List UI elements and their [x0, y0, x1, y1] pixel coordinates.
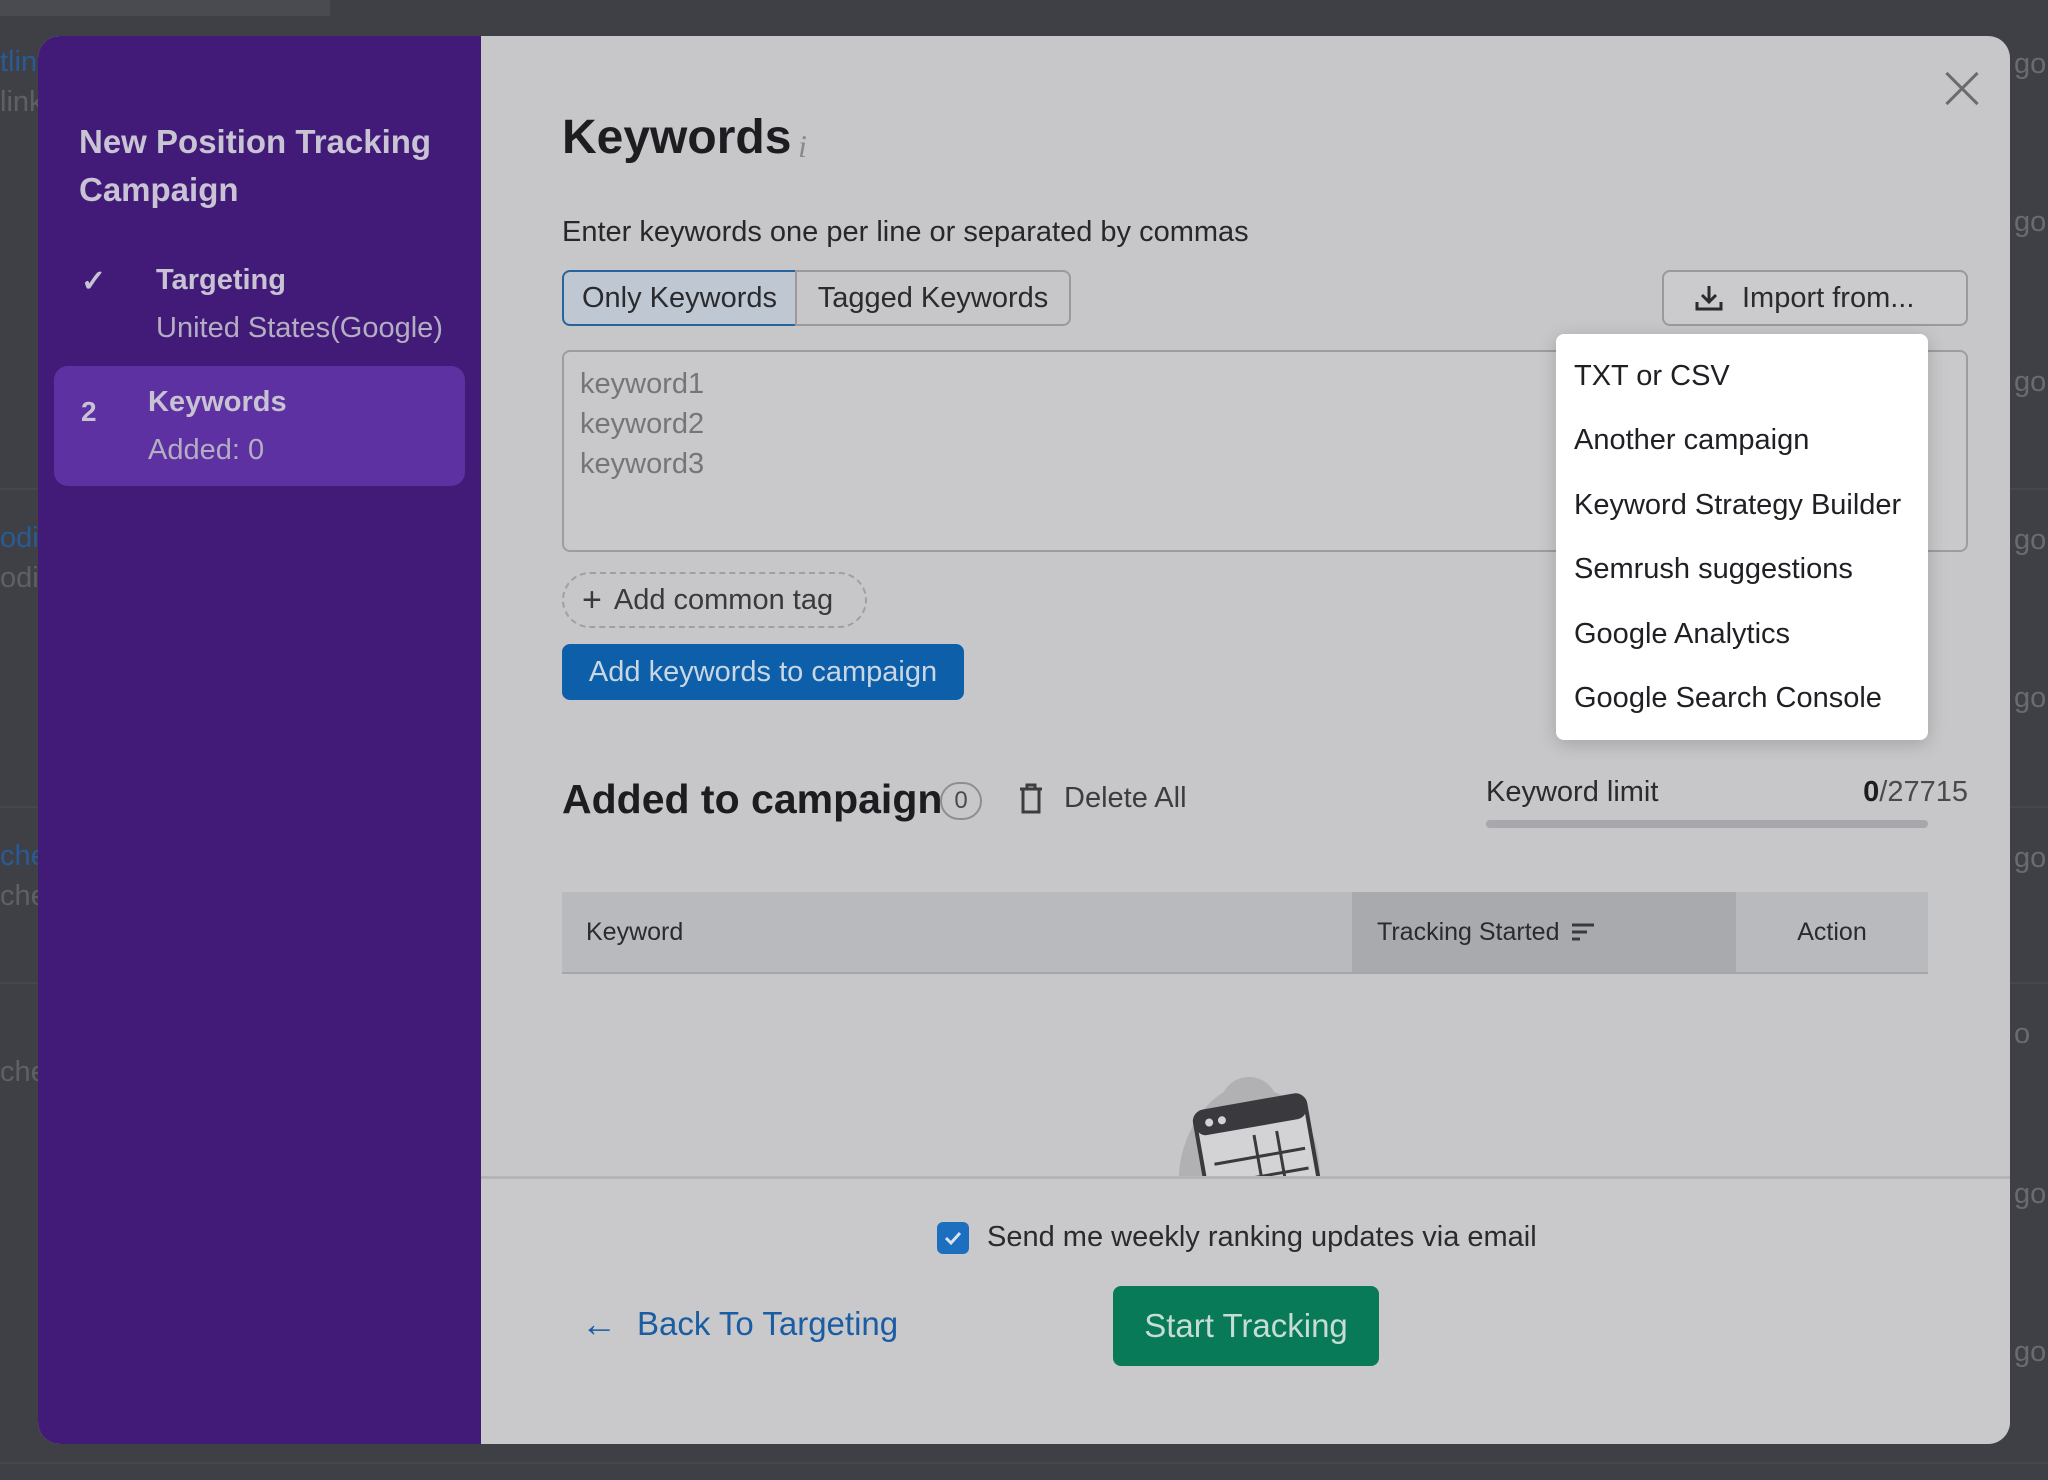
keyword-limit-total: /27715 [1879, 776, 1968, 808]
step-keywords[interactable]: 2 Keywords Added: 0 [54, 366, 465, 486]
step-label: Targeting [156, 264, 286, 296]
keywords-instructions: Enter keywords one per line or separated… [562, 216, 1249, 248]
wizard-sidebar: New Position Tracking Campaign ✓ Targeti… [38, 36, 481, 1444]
column-tracking-started-label: Tracking Started [1377, 917, 1560, 946]
background-text-fragment: go [2014, 524, 2047, 556]
checkmark-icon [944, 1231, 962, 1245]
column-keyword[interactable]: Keyword [586, 892, 683, 972]
background-text-fragment: go [2014, 1178, 2047, 1210]
keywords-table-header: Keyword Tracking Started Action [562, 892, 1928, 974]
trash-icon [1020, 783, 1042, 813]
plus-icon: + [582, 580, 602, 619]
background-text-fragment: go [2014, 682, 2047, 714]
add-common-tag-label: Add common tag [613, 583, 834, 616]
background-text-fragment: go [2014, 366, 2047, 398]
import-option-keyword-strategy-builder[interactable]: Keyword Strategy Builder [1556, 473, 1928, 538]
arrow-left-icon: ← [581, 1303, 617, 1344]
added-count-badge: 0 [940, 782, 982, 820]
keyword-limit-used: 0 [1863, 776, 1880, 808]
add-keywords-button[interactable]: Add keywords to campaign [562, 644, 964, 700]
column-tracking-started[interactable]: Tracking Started [1352, 892, 1736, 972]
background-text-fragment: go [2014, 1336, 2047, 1368]
page-title: Keywords [562, 111, 792, 164]
keyword-limit-value: 0/27715 [1863, 776, 1968, 809]
keyword-limit-bar [1486, 820, 1928, 828]
keyword-limit-label: Keyword limit [1486, 776, 1659, 808]
background-text-fragment: link [0, 86, 44, 118]
tab-tagged-keywords[interactable]: Tagged Keywords [795, 270, 1071, 326]
background-text-fragment: o [2014, 1018, 2031, 1050]
step-number: 2 [81, 396, 97, 427]
delete-all-label: Delete All [1064, 782, 1187, 814]
step-summary: United States(Google) [156, 312, 443, 344]
import-option-semrush-suggestions[interactable]: Semrush suggestions [1556, 538, 1928, 603]
download-icon [1695, 286, 1723, 311]
step-targeting[interactable]: ✓ Targeting United States(Google) [54, 256, 465, 366]
delete-all-button[interactable]: Delete All [1018, 782, 1187, 815]
background-text-fragment: go [2014, 48, 2047, 80]
start-tracking-button[interactable]: Start Tracking [1113, 1286, 1379, 1366]
import-option-google-analytics[interactable]: Google Analytics [1556, 602, 1928, 667]
import-option-another-campaign[interactable]: Another campaign [1556, 409, 1928, 474]
weekly-email-checkbox[interactable] [937, 1221, 969, 1254]
close-icon[interactable] [1936, 64, 1986, 114]
column-action: Action [1797, 917, 1867, 946]
check-icon: ✓ [81, 265, 107, 298]
weekly-email-label: Send me weekly ranking updates via email [987, 1221, 1537, 1253]
weekly-email-option[interactable]: Send me weekly ranking updates via email [937, 1221, 1537, 1254]
sort-icon [1572, 923, 1595, 941]
import-from-button[interactable]: Import from... [1662, 270, 1968, 326]
import-dropdown-menu: TXT or CSV Another campaign Keyword Stra… [1556, 334, 1928, 740]
background-topbar [0, 0, 330, 16]
background-text-fragment: go [2014, 842, 2047, 874]
add-common-tag-button[interactable]: + Add common tag [562, 572, 867, 628]
background-text-fragment: go [2014, 206, 2047, 238]
added-section-title: Added to campaign [562, 776, 943, 822]
import-option-txt-csv[interactable]: TXT or CSV [1556, 344, 1928, 409]
back-to-targeting-button[interactable]: ← Back To Targeting [581, 1303, 898, 1345]
tab-only-keywords[interactable]: Only Keywords [562, 270, 797, 326]
new-campaign-modal: New Position Tracking Campaign ✓ Targeti… [38, 36, 2010, 1444]
step-summary: Added: 0 [148, 434, 265, 466]
background-link-fragment: odi [0, 522, 39, 554]
wizard-title: New Position Tracking Campaign [79, 123, 432, 208]
step-label: Keywords [148, 386, 287, 418]
background-divider [0, 1462, 2048, 1464]
background-link-fragment: tlin [0, 46, 38, 78]
info-icon[interactable]: i [798, 128, 807, 165]
modal-footer: Send me weekly ranking updates via email… [481, 1176, 2010, 1444]
import-from-label: Import from... [1742, 281, 1915, 314]
back-to-targeting-label: Back To Targeting [637, 1305, 899, 1342]
import-option-google-search-console[interactable]: Google Search Console [1556, 667, 1928, 732]
